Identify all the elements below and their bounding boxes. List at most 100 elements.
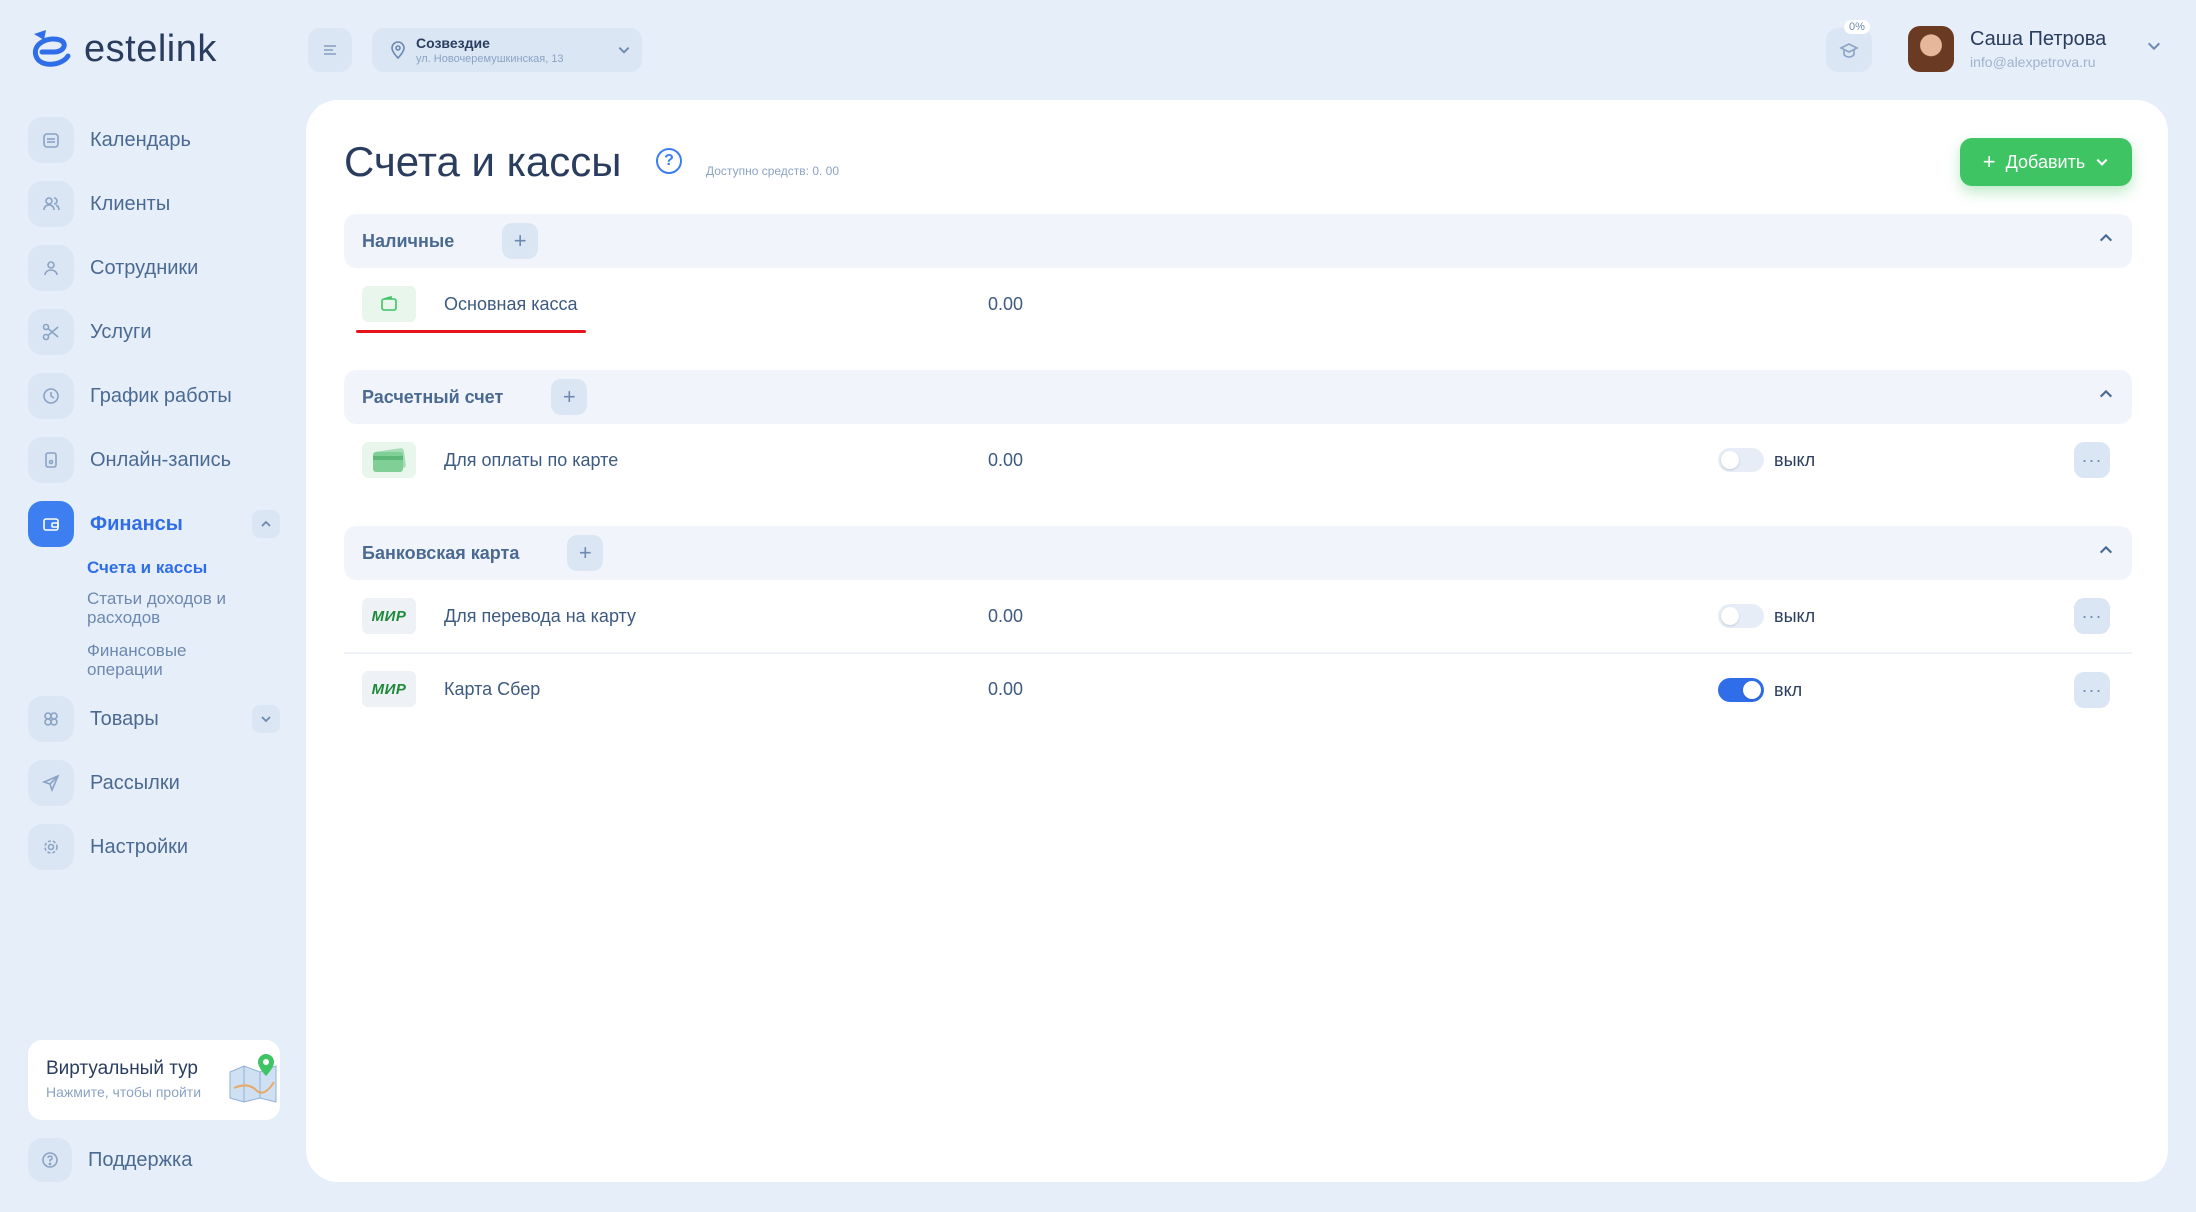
goods-icon xyxy=(28,696,74,742)
group-header: Расчетный счет + xyxy=(344,370,2132,424)
user-menu[interactable]: Саша Петрова info@alexpetrova.ru xyxy=(1908,26,2106,72)
subnav-financial-operations[interactable]: Финансовые операции xyxy=(87,641,217,679)
avatar xyxy=(1908,26,1954,72)
finance-subnav: Счета и кассы Статьи доходов и расходов … xyxy=(87,558,280,679)
help-icon[interactable]: ? xyxy=(656,148,682,174)
chevron-down-icon xyxy=(606,43,642,57)
clock-icon xyxy=(28,373,74,419)
account-toggle[interactable] xyxy=(1718,448,1764,472)
sidebar-item-label: Товары xyxy=(90,707,159,730)
chevron-up-icon[interactable] xyxy=(2098,230,2114,251)
group-title: Банковская карта xyxy=(362,542,520,563)
brand-logo[interactable]: estelink xyxy=(28,26,217,72)
logo-icon xyxy=(32,30,71,67)
employee-icon xyxy=(28,245,74,291)
sidebar-item-services[interactable]: Услуги xyxy=(28,308,280,356)
group-bank-card: Банковская карта + МИР Для перевода на к… xyxy=(344,526,2132,724)
graduation-cap-icon xyxy=(1839,43,1859,58)
toggle-state-label: выкл xyxy=(1774,450,1816,470)
account-row[interactable]: Основная касса 0.00 xyxy=(344,268,2132,340)
group-title: Наличные xyxy=(362,230,455,251)
sidebar-item-label: Клиенты xyxy=(90,192,171,215)
more-options-button[interactable]: ··· xyxy=(2074,598,2110,634)
sidebar-item-goods[interactable]: Товары xyxy=(28,695,280,743)
phone-icon xyxy=(28,437,74,483)
account-toggle[interactable] xyxy=(1718,604,1764,628)
account-row[interactable]: МИР Для перевода на карту 0.00 выкл ··· xyxy=(344,580,2132,652)
brand-name: estelink xyxy=(84,27,217,70)
calendar-icon xyxy=(28,117,74,163)
add-account-button[interactable]: + xyxy=(502,223,539,259)
page-title: Счета и кассы xyxy=(344,138,622,185)
add-account-button[interactable]: + xyxy=(567,535,604,571)
mir-card-icon: МИР xyxy=(362,671,416,707)
account-balance: 0.00 xyxy=(988,293,1024,314)
account-toggle[interactable] xyxy=(1718,678,1764,702)
subnav-income-expense-items[interactable]: Статьи доходов и расходов xyxy=(87,589,257,627)
account-balance: 0.00 xyxy=(988,605,1024,626)
highlight-underline xyxy=(356,330,586,333)
user-name: Саша Петрова xyxy=(1970,28,2107,50)
location-name: Созвездие xyxy=(416,35,490,51)
sidebar-item-label: Настройки xyxy=(90,835,189,858)
gear-icon xyxy=(28,824,74,870)
chevron-down-icon[interactable] xyxy=(2146,38,2162,59)
group-header: Банковская карта + xyxy=(344,526,2132,580)
more-options-button[interactable]: ··· xyxy=(2074,442,2110,478)
account-row[interactable]: Для оплаты по карте 0.00 выкл ··· xyxy=(344,424,2132,496)
account-balance: 0.00 xyxy=(988,449,1024,470)
onboarding-progress-button[interactable] xyxy=(1826,28,1872,72)
chevron-down-icon[interactable] xyxy=(252,705,280,733)
group-cash: Наличные + Основная касса 0.00 xyxy=(344,214,2132,340)
group-title: Расчетный счет xyxy=(362,386,504,407)
sidebar-item-settings[interactable]: Настройки xyxy=(28,823,280,871)
account-name[interactable]: Для перевода на карту xyxy=(444,606,988,627)
account-row[interactable]: МИР Карта Сбер 0.00 вкл ··· xyxy=(344,652,2132,724)
subnav-accounts[interactable]: Счета и кассы xyxy=(87,558,280,577)
chevron-up-icon[interactable] xyxy=(2098,542,2114,563)
support-link[interactable]: Поддержка xyxy=(28,1138,192,1182)
add-button-label: Добавить xyxy=(2005,151,2086,172)
menu-icon xyxy=(324,45,336,55)
sidebar-item-label: График работы xyxy=(90,384,232,407)
sidebar-item-clients[interactable]: Клиенты xyxy=(28,180,280,228)
account-balance: 0.00 xyxy=(988,678,1024,699)
sidebar-item-label: Календарь xyxy=(90,128,191,151)
sidebar-nav: Календарь Клиенты Сотрудники Услуги Граф… xyxy=(28,116,280,887)
wallet-icon xyxy=(362,286,416,322)
sidebar-item-label: Рассылки xyxy=(90,771,180,794)
location-selector[interactable]: Созвездие ул. Новочеремушкинская, 13 xyxy=(372,28,642,72)
sidebar-item-online-booking[interactable]: Онлайн-запись xyxy=(28,436,280,484)
progress-badge: 0% xyxy=(1844,20,1870,34)
add-account-button[interactable]: + xyxy=(551,379,588,415)
card-icon xyxy=(362,442,416,478)
available-funds: Доступно средств: 0. 00 xyxy=(706,164,840,178)
map-icon xyxy=(229,1054,277,1103)
mir-card-icon: МИР xyxy=(362,598,416,634)
sidebar-item-calendar[interactable]: Календарь xyxy=(28,116,280,164)
sidebar-item-label: Услуги xyxy=(90,320,152,343)
help-circle-icon xyxy=(28,1138,72,1182)
virtual-tour-card[interactable]: Виртуальный тур Нажмите, чтобы пройти xyxy=(28,1040,280,1120)
sidebar-item-mailings[interactable]: Рассылки xyxy=(28,759,280,807)
menu-toggle-button[interactable] xyxy=(308,28,352,72)
sidebar-item-label: Финансы xyxy=(90,512,183,535)
support-label: Поддержка xyxy=(88,1148,193,1171)
add-button[interactable]: + Добавить xyxy=(1960,138,2132,186)
group-header: Наличные + xyxy=(344,214,2132,268)
wallet-icon xyxy=(28,501,74,547)
location-pin-icon xyxy=(391,41,405,59)
account-name[interactable]: Основная касса xyxy=(444,294,988,315)
chevron-up-icon[interactable] xyxy=(2098,386,2114,407)
sidebar-item-finance[interactable]: Финансы xyxy=(28,500,280,548)
account-name[interactable]: Карта Сбер xyxy=(444,679,988,700)
account-name[interactable]: Для оплаты по карте xyxy=(444,450,988,471)
sidebar-item-schedule[interactable]: График работы xyxy=(28,372,280,420)
location-address: ул. Новочеремушкинская, 13 xyxy=(416,53,564,65)
plus-icon: + xyxy=(1982,149,1996,174)
chevron-up-icon[interactable] xyxy=(252,510,280,538)
clients-icon xyxy=(28,181,74,227)
more-options-button[interactable]: ··· xyxy=(2074,672,2110,708)
sidebar-item-employees[interactable]: Сотрудники xyxy=(28,244,280,292)
send-icon xyxy=(28,760,74,806)
